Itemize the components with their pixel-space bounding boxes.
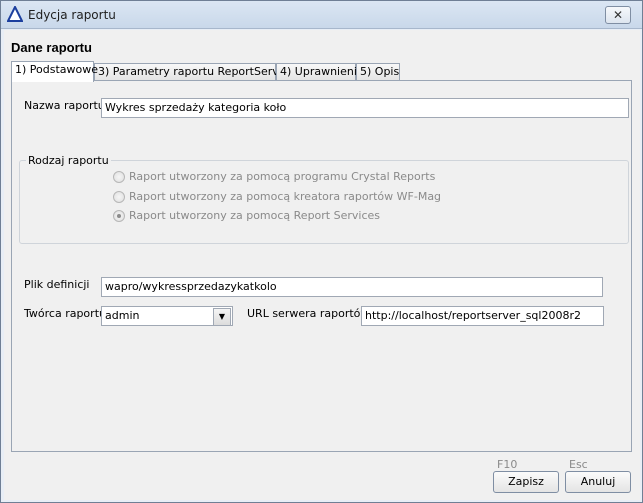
tworca-raportu-select[interactable]: admin ▼: [101, 306, 233, 326]
report-edit-window: Edycja raportu ✕ Dane raportu 1) Podstaw…: [0, 0, 643, 503]
save-shortcut-hint: F10: [497, 458, 518, 471]
plik-definicji-label: Plik definicji: [24, 278, 90, 291]
radio-button[interactable]: [113, 171, 125, 183]
radio-label: Raport utworzony za pomocą kreatora rapo…: [129, 190, 442, 203]
url-serwera-label: URL serwera raportów: [247, 307, 370, 320]
plik-definicji-input[interactable]: wapro/wykressprzedazykatkolo: [101, 277, 603, 297]
tworca-raportu-value: admin: [105, 309, 140, 322]
cancel-button[interactable]: Anuluj: [565, 471, 631, 493]
tab-podstawowe[interactable]: 1) Podstawowe: [11, 61, 98, 82]
section-header: Dane raportu: [11, 40, 92, 55]
nazwa-raportu-input[interactable]: Wykres sprzedaży kategoria koło: [101, 98, 629, 118]
tab-panel-podstawowe: Nazwa raportu Wykres sprzedaży kategoria…: [11, 80, 632, 452]
tab-parametry[interactable]: 3) Parametry raportu ReportServices: [94, 63, 300, 81]
save-button[interactable]: Zapisz: [493, 471, 559, 493]
radio-label: Raport utworzony za pomocą programu Crys…: [129, 170, 436, 183]
radio-button[interactable]: [113, 191, 125, 203]
close-icon: ✕: [612, 8, 624, 22]
tab-uprawnienia[interactable]: 4) Uprawnienia: [276, 63, 364, 81]
delta-triangle-icon: [7, 6, 23, 22]
tworca-raportu-label: Twórca raportu: [24, 307, 106, 320]
nazwa-raportu-label: Nazwa raportu: [24, 99, 105, 112]
radio-label: Raport utworzony za pomocą Report Servic…: [129, 209, 381, 222]
chevron-down-icon[interactable]: ▼: [213, 308, 231, 325]
dialog-content: Dane raportu 1) Podstawowe 3) Parametry …: [4, 30, 640, 500]
rodzaj-raportu-label: Rodzaj raportu: [26, 154, 111, 167]
url-serwera-input[interactable]: http://localhost/reportserver_sql2008r2: [361, 306, 604, 326]
cancel-shortcut-hint: Esc: [569, 458, 588, 471]
window-title: Edycja raportu: [28, 8, 116, 22]
title-bar[interactable]: Edycja raportu ✕: [1, 1, 642, 29]
tab-opis[interactable]: 5) Opis: [356, 63, 400, 81]
radio-button[interactable]: [113, 210, 125, 222]
close-button[interactable]: ✕: [605, 6, 631, 24]
